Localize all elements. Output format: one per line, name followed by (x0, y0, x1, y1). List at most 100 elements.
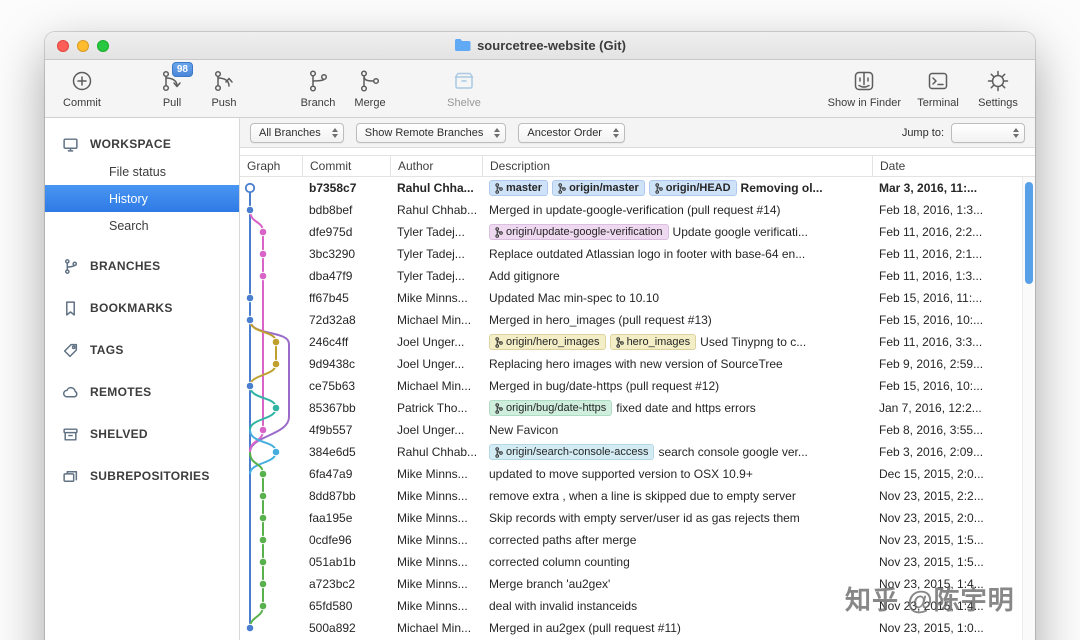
sidebar-section-remotes[interactable]: REMOTES (45, 371, 239, 413)
terminal-button[interactable]: Terminal (915, 68, 961, 109)
commit-date: Feb 11, 2016, 2:1... (872, 247, 1035, 261)
commit-hash: 6fa47a9 (302, 467, 390, 481)
commit-hash: dfe975d (302, 225, 390, 239)
zoom-button[interactable] (97, 40, 109, 52)
scrollbar-track[interactable] (1022, 177, 1035, 640)
show-in-finder-button[interactable]: Show in Finder (828, 68, 901, 109)
branch-filter-dropdown[interactable]: All Branches (250, 123, 344, 143)
table-row[interactable]: 65fd580Mike Minns...deal with invalid in… (240, 595, 1035, 617)
table-row[interactable]: 9d9438cJoel Unger...Replacing hero image… (240, 353, 1035, 375)
sidebar-item-file-status[interactable]: File status (45, 158, 239, 185)
table-row[interactable]: ce75b63Michael Min...Merged in bug/date-… (240, 375, 1035, 397)
branch-badge[interactable]: origin/update-google-verification (489, 224, 669, 240)
settings-button[interactable]: Settings (975, 68, 1021, 109)
sidebar-section-bookmarks[interactable]: BOOKMARKS (45, 287, 239, 329)
sidebar-section-branches[interactable]: BRANCHES (45, 245, 239, 287)
commit-author: Tyler Tadej... (390, 247, 482, 261)
commit-date: Feb 15, 2016, 10:... (872, 379, 1035, 393)
table-row[interactable]: 72d32a8Michael Min...Merged in hero_imag… (240, 309, 1035, 331)
commit-button[interactable]: Commit (59, 68, 105, 109)
table-row[interactable]: 0cdfe96Mike Minns...corrected paths afte… (240, 529, 1035, 551)
column-header-graph[interactable]: Graph (240, 156, 302, 176)
jump-to-dropdown[interactable] (951, 123, 1025, 143)
table-row[interactable]: 4f9b557Joel Unger...New FaviconFeb 8, 20… (240, 419, 1035, 441)
scrollbar-thumb[interactable] (1025, 182, 1033, 284)
jump-to-label: Jump to: (902, 127, 944, 139)
branch-button[interactable]: Branch (295, 68, 341, 109)
table-row[interactable]: 6fa47a9Mike Minns...updated to move supp… (240, 463, 1035, 485)
shelve-icon (451, 68, 477, 94)
title-bar[interactable]: sourcetree-website (Git) (45, 32, 1035, 60)
table-row[interactable]: 85367bbPatrick Tho...origin/bug/date-htt… (240, 397, 1035, 419)
table-header: Graph Commit Author Description Date (240, 155, 1035, 177)
branch-badge[interactable]: origin/bug/date-https (489, 400, 612, 416)
commit-rows: b7358c7Rahul Chha...masterorigin/mastero… (240, 177, 1035, 639)
table-row[interactable]: dfe975dTyler Tadej...origin/update-googl… (240, 221, 1035, 243)
minimize-button[interactable] (77, 40, 89, 52)
commit-author: Patrick Tho... (390, 401, 482, 415)
order-dropdown[interactable]: Ancestor Order (518, 123, 625, 143)
commit-author: Rahul Chhab... (390, 445, 482, 459)
table-row[interactable]: faa195eMike Minns...Skip records with em… (240, 507, 1035, 529)
branch-badge[interactable]: origin/master (552, 180, 645, 196)
bookmark-icon (62, 300, 79, 317)
sidebar-section-shelved[interactable]: SHELVED (45, 413, 239, 455)
commit-hash: a723bc2 (302, 577, 390, 591)
commit-description: Merge branch 'au2gex' (482, 577, 872, 591)
sidebar-item-search[interactable]: Search (45, 212, 239, 239)
close-button[interactable] (57, 40, 69, 52)
table-row[interactable]: 8dd87bbMike Minns...remove extra , when … (240, 485, 1035, 507)
table-row[interactable]: 3bc3290Tyler Tadej...Replace outdated At… (240, 243, 1035, 265)
commit-date: Nov 23, 2015, 2:0... (872, 511, 1035, 525)
commit-hash: 9d9438c (302, 357, 390, 371)
terminal-icon (925, 68, 951, 94)
commit-hash: faa195e (302, 511, 390, 525)
table-row[interactable]: b7358c7Rahul Chha...masterorigin/mastero… (240, 177, 1035, 199)
commit-hash: 72d32a8 (302, 313, 390, 327)
tag-icon (62, 342, 79, 359)
table-row[interactable]: 500a892Michael Min...Merged in au2gex (p… (240, 617, 1035, 639)
table-row[interactable]: 051ab1bMike Minns...corrected column cou… (240, 551, 1035, 573)
remote-branches-dropdown[interactable]: Show Remote Branches (356, 123, 507, 143)
branch-badge[interactable]: origin/search-console-access (489, 444, 654, 460)
sidebar-section-workspace[interactable]: WORKSPACE (45, 130, 239, 158)
commit-author: Mike Minns... (390, 291, 482, 305)
table-row[interactable]: dba47f9Tyler Tadej...Add gitignoreFeb 11… (240, 265, 1035, 287)
push-button[interactable]: Push (201, 68, 247, 109)
table-row[interactable]: 246c4ffJoel Unger...origin/hero_imageshe… (240, 331, 1035, 353)
merge-button[interactable]: Merge (347, 68, 393, 109)
sidebar-item-history[interactable]: History (45, 185, 239, 212)
commit-description: Merged in au2gex (pull request #11) (482, 621, 872, 635)
window-title-group: sourcetree-website (Git) (454, 38, 626, 54)
branch-badge[interactable]: origin/HEAD (649, 180, 737, 196)
column-header-commit[interactable]: Commit (302, 156, 390, 176)
pull-button[interactable]: 98 Pull (149, 68, 195, 109)
commit-description: Updated Mac min-spec to 10.10 (482, 291, 872, 305)
commit-hash: 051ab1b (302, 555, 390, 569)
branch-badge[interactable]: origin/hero_images (489, 334, 606, 350)
table-row[interactable]: a723bc2Mike Minns...Merge branch 'au2gex… (240, 573, 1035, 595)
column-header-author[interactable]: Author (390, 156, 482, 176)
sidebar-section-tags[interactable]: TAGS (45, 329, 239, 371)
table-row[interactable]: bdb8befRahul Chhab...Merged in update-go… (240, 199, 1035, 221)
shelve-button[interactable]: Shelve (441, 68, 487, 109)
table-row[interactable]: 384e6d5Rahul Chhab...origin/search-conso… (240, 441, 1035, 463)
column-header-description[interactable]: Description (482, 156, 872, 176)
merge-icon (357, 68, 383, 94)
commit-description: corrected paths after merge (482, 533, 872, 547)
column-header-date[interactable]: Date (872, 156, 1035, 176)
sourcetree-window: sourcetree-website (Git) Commit 98 Pull … (45, 32, 1035, 640)
commit-description: Merged in bug/date-https (pull request #… (482, 379, 872, 393)
table-row[interactable]: ff67b45Mike Minns...Updated Mac min-spec… (240, 287, 1035, 309)
commit-hash: 3bc3290 (302, 247, 390, 261)
commit-author: Joel Unger... (390, 335, 482, 349)
branch-badge[interactable]: hero_images (610, 334, 697, 350)
commit-author: Joel Unger... (390, 357, 482, 371)
commit-author: Michael Min... (390, 379, 482, 393)
commit-date: Feb 18, 2016, 1:3... (872, 203, 1035, 217)
commit-author: Mike Minns... (390, 577, 482, 591)
commit-date: Dec 15, 2015, 2:0... (872, 467, 1035, 481)
commit-date: Nov 23, 2015, 1:4... (872, 599, 1035, 613)
branch-badge[interactable]: master (489, 180, 548, 196)
sidebar-section-subrepositories[interactable]: SUBREPOSITORIES (45, 455, 239, 497)
